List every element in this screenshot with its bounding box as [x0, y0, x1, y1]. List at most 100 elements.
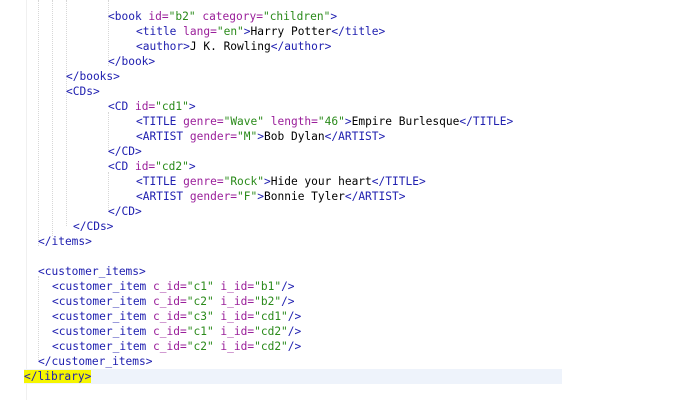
xml-attribute: i_id=	[213, 340, 255, 353]
xml-tag: />	[281, 280, 295, 293]
xml-tag: </CD>	[108, 145, 142, 158]
xml-attribute: category=	[195, 10, 263, 23]
xml-tag: </CD>	[108, 205, 142, 218]
xml-attribute: genre=	[183, 115, 224, 128]
xml-attribute: i_id=	[213, 310, 255, 323]
xml-tag: </ARTIST>	[324, 130, 386, 143]
code-line[interactable]: <customer_item c_id="c3" i_id="cd1"/>	[0, 309, 301, 324]
xml-attribute-value: "cd2"	[254, 340, 288, 353]
xml-attribute: c_id=	[153, 325, 187, 338]
xml-attribute: c_id=	[153, 310, 187, 323]
matched-bracket-highlight: </library>	[24, 370, 92, 383]
code-line[interactable]: </items>	[0, 234, 92, 249]
code-line[interactable]: <book id="b2" category="children">	[0, 9, 337, 24]
code-line[interactable]: <customer_item c_id="c1" i_id="b1"/>	[0, 279, 295, 294]
xml-attribute-value: "46"	[317, 115, 345, 128]
xml-attribute-value: "cd2"	[155, 160, 189, 173]
code-line[interactable]: <customer_items>	[0, 264, 146, 279]
xml-tag: </TITLE>	[371, 175, 426, 188]
xml-tag: >	[257, 130, 265, 143]
xml-tag: <customer_item	[52, 340, 154, 353]
xml-attribute-value: "b2"	[254, 295, 282, 308]
xml-attribute-value: "Rock"	[223, 175, 264, 188]
xml-attribute-value: "c1"	[186, 280, 214, 293]
xml-tag: </author>	[270, 40, 332, 53]
code-line[interactable]: </books>	[0, 69, 120, 84]
xml-tag: </TITLE>	[459, 115, 514, 128]
code-line[interactable]: <customer_item c_id="c1" i_id="cd2"/>	[0, 324, 301, 339]
xml-tag: <customer_item	[52, 310, 154, 323]
xml-text: Bonnie Tyler	[264, 190, 345, 203]
xml-tag: <TITLE	[136, 115, 184, 128]
xml-tag: <title	[136, 25, 184, 38]
code-line[interactable]: <TITLE genre="Wave" length="46">Empire B…	[0, 114, 513, 129]
xml-text: Empire Burlesque	[351, 115, 460, 128]
xml-tag: <customer_item	[52, 325, 154, 338]
xml-attribute: gender=	[189, 130, 238, 143]
xml-tag: </books>	[66, 70, 120, 83]
xml-attribute: c_id=	[153, 340, 187, 353]
xml-attribute-value: "c1"	[186, 325, 214, 338]
code-line[interactable]	[0, 249, 38, 264]
xml-attribute: gender=	[189, 190, 238, 203]
xml-attribute: i_id=	[213, 295, 255, 308]
xml-attribute-value: "M"	[237, 130, 258, 143]
xml-attribute: id=	[134, 100, 156, 113]
code-line[interactable]: <customer_item c_id="c2" i_id="b2"/>	[0, 294, 295, 309]
code-line[interactable]: <customer_item c_id="c2" i_id="cd2"/>	[0, 339, 301, 354]
xml-attribute-value: "b2"	[168, 10, 196, 23]
xml-tag: <CDs>	[66, 85, 100, 98]
xml-tag: >	[188, 160, 196, 173]
xml-text: J K. Rowling	[189, 40, 271, 53]
xml-attribute: lang=	[183, 25, 217, 38]
current-code-line[interactable]: </library>	[24, 369, 562, 384]
xml-tag: <book	[108, 10, 149, 23]
code-line[interactable]: <ARTIST gender="F">Bonnie Tyler</ARTIST>	[0, 189, 405, 204]
code-line[interactable]: <ARTIST gender="M">Bob Dylan</ARTIST>	[0, 129, 385, 144]
xml-tag: />	[287, 340, 302, 353]
xml-text: Hide your heart	[270, 175, 372, 188]
xml-attribute-value: "c3"	[186, 310, 214, 323]
code-line[interactable]: </book>	[0, 54, 155, 69]
xml-attribute: i_id=	[213, 280, 255, 293]
xml-tag: >	[344, 115, 352, 128]
xml-tag: <customer_item	[52, 295, 154, 308]
xml-tag: </items>	[38, 235, 92, 248]
xml-attribute-value: "cd1"	[155, 100, 189, 113]
xml-attribute-value: "c2"	[186, 295, 214, 308]
xml-tag: <author>	[136, 40, 190, 53]
code-line[interactable]: <CDs>	[0, 84, 100, 99]
xml-attribute-value: "cd2"	[254, 325, 288, 338]
xml-tag: <ARTIST	[136, 130, 190, 143]
xml-tag: >	[243, 25, 251, 38]
code-line[interactable]: </CD>	[0, 144, 142, 159]
code-line[interactable]: <title lang="en">Harry Potter</title>	[0, 24, 385, 39]
xml-attribute: c_id=	[153, 295, 187, 308]
xml-tag: <CD	[108, 160, 135, 173]
code-editor[interactable]: <book id="b2" category="children"> <title…	[0, 0, 698, 400]
xml-tag: <CD	[108, 100, 135, 113]
xml-tag: </ARTIST>	[344, 190, 406, 203]
xml-attribute: c_id=	[153, 280, 187, 293]
xml-tag: >	[257, 190, 265, 203]
code-line[interactable]: </CD>	[0, 204, 142, 219]
code-line[interactable]: <author>J K. Rowling</author>	[0, 39, 331, 54]
xml-tag: <ARTIST	[136, 190, 190, 203]
xml-attribute-value: "c2"	[186, 340, 214, 353]
xml-tag: />	[287, 325, 302, 338]
xml-attribute-value: "Wave"	[223, 115, 264, 128]
xml-tag: </book>	[108, 55, 156, 68]
code-line[interactable]: <TITLE genre="Rock">Hide your heart</TIT…	[0, 174, 426, 189]
xml-attribute: i_id=	[213, 325, 255, 338]
code-line[interactable]: </customer_items>	[0, 354, 153, 369]
xml-attribute: length=	[264, 115, 318, 128]
code-line[interactable]: <CD id="cd2">	[0, 159, 196, 174]
xml-tag: >	[188, 100, 196, 113]
xml-tag: <customer_item	[52, 280, 154, 293]
xml-tag: </customer_items>	[38, 355, 153, 368]
code-line[interactable]: <CD id="cd1">	[0, 99, 196, 114]
code-line[interactable]: </CDs>	[0, 219, 113, 234]
xml-text: Harry Potter	[250, 25, 332, 38]
xml-attribute: genre=	[183, 175, 224, 188]
xml-attribute: id=	[148, 10, 169, 23]
